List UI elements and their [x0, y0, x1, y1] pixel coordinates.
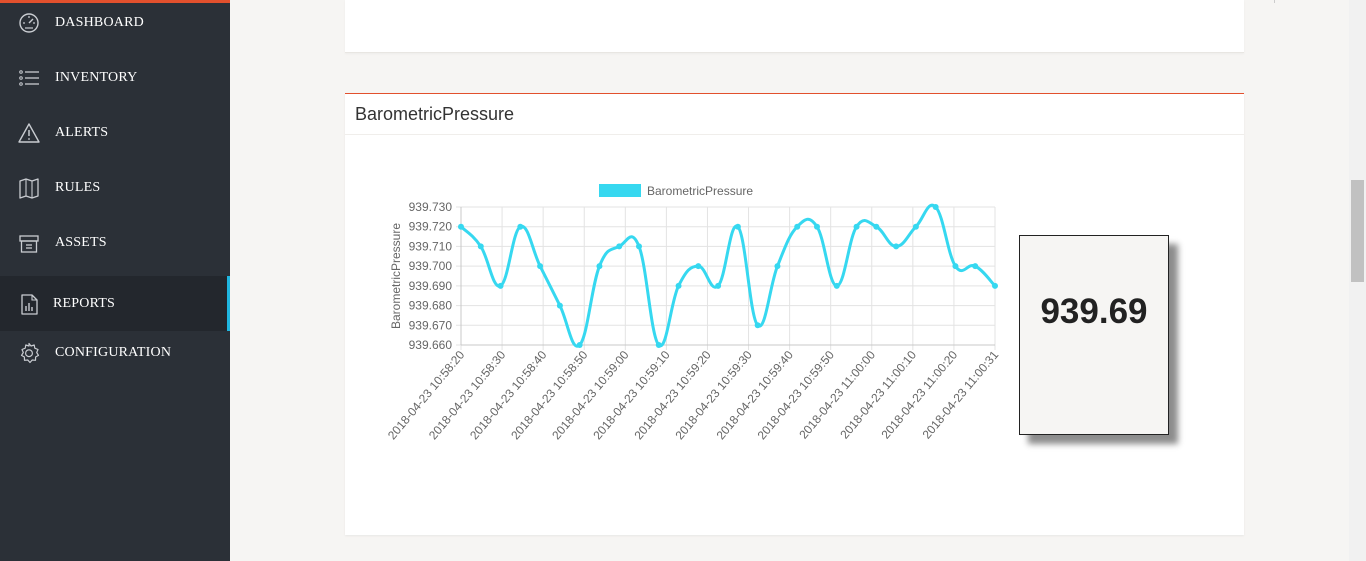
- data-point: [556, 302, 563, 309]
- data-point: [734, 223, 741, 230]
- y-tick-label: 939.680: [409, 299, 453, 313]
- y-tick-label: 939.720: [409, 220, 453, 234]
- sidebar-item-configuration[interactable]: CONFIGURATION: [0, 325, 230, 380]
- sidebar-item-alerts[interactable]: ALERTS: [0, 105, 230, 160]
- sidebar-item-inventory[interactable]: INVENTORY: [0, 50, 230, 105]
- sidebar-item-label: RULES: [55, 179, 101, 195]
- sidebar-item-dashboard[interactable]: DASHBOARD: [0, 0, 230, 50]
- data-point: [972, 263, 979, 270]
- data-point: [477, 243, 484, 250]
- data-point: [517, 223, 524, 230]
- warning-triangle-icon: [18, 122, 40, 143]
- data-point: [655, 342, 662, 348]
- y-tick-label: 939.730: [409, 200, 453, 214]
- x-tick-label: 2018-04-23 10:58:30: [426, 348, 509, 443]
- y-tick-label: 939.670: [409, 318, 453, 332]
- y-tick-label: 939.690: [409, 279, 453, 293]
- sidebar-item-reports[interactable]: REPORTS: [0, 276, 230, 331]
- x-tick-label: 2018-04-23 10:59:50: [755, 348, 838, 443]
- x-tick-label: 2018-04-23 10:58:50: [508, 348, 591, 443]
- x-tick-label: 2018-04-23 10:59:20: [631, 348, 714, 443]
- gear-icon: [20, 342, 40, 363]
- current-value: 939.69: [1040, 292, 1148, 331]
- data-point: [794, 223, 801, 230]
- data-point: [912, 223, 919, 230]
- report-card-barometric-pressure: BarometricPressure 939.730 939.720 939.710…: [345, 93, 1244, 535]
- box-icon: [19, 234, 39, 253]
- data-point: [695, 263, 702, 270]
- data-point: [458, 223, 464, 230]
- legend-swatch: [599, 184, 641, 197]
- sidebar-item-label: ASSETS: [55, 234, 107, 250]
- scrollbar-thumb[interactable]: [1351, 180, 1364, 282]
- x-tick-label: 2018-04-23 10:59:40: [714, 348, 797, 443]
- data-point: [616, 243, 623, 250]
- data-point: [596, 263, 603, 270]
- y-axis-label: BarometricPressure: [389, 223, 403, 329]
- data-point: [636, 243, 642, 250]
- sidebar-item-label: ALERTS: [55, 124, 109, 140]
- list-icon: [19, 69, 39, 86]
- data-point: [853, 223, 860, 230]
- x-tick-label: 2018-04-23 11:00:10: [837, 348, 919, 442]
- y-tick-label: 939.710: [409, 239, 453, 253]
- sidebar-item-label: CONFIGURATION: [55, 344, 172, 360]
- x-tick-label: 2018-04-23 11:00:20: [878, 348, 960, 442]
- data-point: [576, 342, 583, 348]
- current-value-panel: 939.69: [1019, 235, 1169, 435]
- x-tick-label: 2018-04-23 10:59:10: [590, 348, 673, 443]
- sidebar-item-label: REPORTS: [53, 295, 116, 311]
- x-tick-label: 2018-04-23 10:58:20: [385, 348, 468, 443]
- book-icon: [19, 177, 39, 199]
- x-tick-label: 2018-04-23 10:59:30: [672, 348, 755, 443]
- previous-report-card: [345, 0, 1244, 53]
- data-point: [833, 282, 840, 289]
- report-chart-icon: [21, 293, 38, 315]
- x-tick-label: 2018-04-23 10:59:00: [549, 348, 632, 443]
- data-point: [774, 263, 781, 270]
- data-point: [675, 282, 682, 289]
- divider: [1274, 0, 1275, 3]
- y-tick-label: 939.660: [409, 338, 453, 352]
- data-point: [952, 263, 959, 270]
- data-point: [932, 204, 939, 210]
- data-point: [715, 282, 722, 289]
- data-point: [537, 263, 544, 270]
- sidebar: DASHBOARD INVENTORY ALERTS RULES ASSETS …: [0, 0, 230, 561]
- sidebar-item-label: INVENTORY: [55, 69, 138, 85]
- data-point: [992, 282, 998, 289]
- data-point: [497, 282, 504, 289]
- x-tick-label: 2018-04-23 10:58:40: [467, 348, 550, 443]
- sidebar-item-rules[interactable]: RULES: [0, 160, 230, 215]
- data-point: [814, 223, 820, 230]
- data-point: [873, 223, 880, 230]
- data-point: [754, 322, 761, 329]
- dashboard-gauge-icon: [19, 12, 39, 33]
- x-tick-label: 2018-04-23 11:00:31: [920, 348, 1002, 442]
- sidebar-item-assets[interactable]: ASSETS: [0, 215, 230, 270]
- y-tick-label: 939.700: [409, 259, 453, 273]
- data-point: [893, 243, 900, 250]
- legend-label: BarometricPressure: [647, 184, 753, 198]
- sidebar-item-label: DASHBOARD: [55, 14, 144, 30]
- x-tick-label: 2018-04-23 11:00:00: [796, 348, 878, 442]
